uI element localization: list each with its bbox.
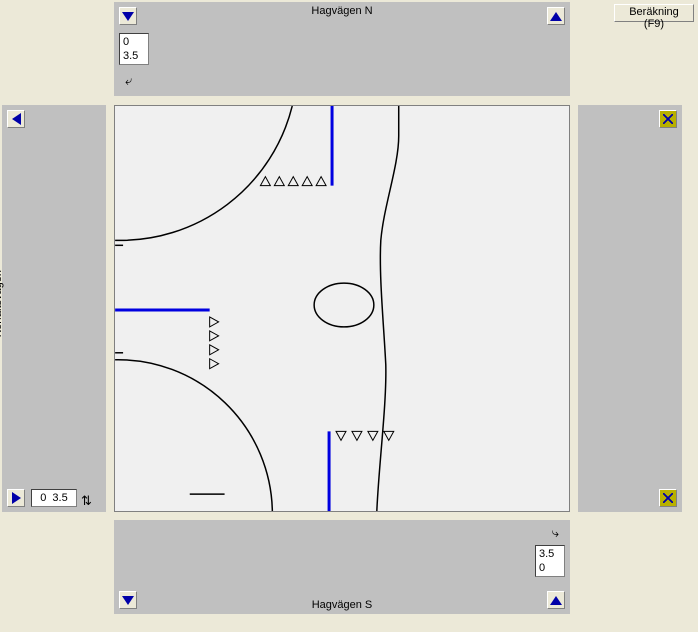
south-lane-val0: 3.5 <box>539 548 561 560</box>
south-lane-val1: 0 <box>539 562 561 574</box>
west-turn-icon: ⇅ <box>81 495 92 506</box>
south-down-button[interactable] <box>119 591 137 609</box>
east-top-x-button[interactable] <box>659 110 677 128</box>
east-bottom-x-button[interactable] <box>659 489 677 507</box>
calc-button[interactable]: Beräkning (F9) <box>614 4 694 22</box>
west-lane-val1: 3.5 <box>52 492 67 504</box>
south-up-button[interactable] <box>547 591 565 609</box>
west-left-button[interactable] <box>7 110 25 128</box>
west-lane-val0: 0 <box>40 492 46 504</box>
intersection-svg <box>115 106 569 511</box>
south-lane-values: 3.5 0 <box>535 545 565 577</box>
north-lane-val0: 0 <box>123 36 145 48</box>
south-turn-icon: ⤷ <box>552 527 559 538</box>
north-up-button[interactable] <box>547 7 565 25</box>
west-panel: 0 3.5 ⇅ <box>2 105 106 512</box>
north-panel: Hagvägen N 0 3.5 ⤶ <box>114 2 570 96</box>
north-down-button[interactable] <box>119 7 137 25</box>
north-lane-values: 0 3.5 <box>119 33 149 65</box>
west-right-button[interactable] <box>7 489 25 507</box>
south-label: Hagvägen S <box>115 599 569 611</box>
east-panel <box>578 105 682 512</box>
west-lane-values: 0 3.5 <box>31 489 77 507</box>
north-turn-icon: ⤶ <box>125 75 132 86</box>
intersection-canvas <box>114 105 570 512</box>
north-lane-val1: 3.5 <box>123 50 145 62</box>
south-panel: Hagvägen S ⤷ 3.5 0 <box>114 520 570 614</box>
west-label: Körfältsvägen <box>0 270 4 337</box>
north-label: Hagvägen N <box>115 5 569 17</box>
